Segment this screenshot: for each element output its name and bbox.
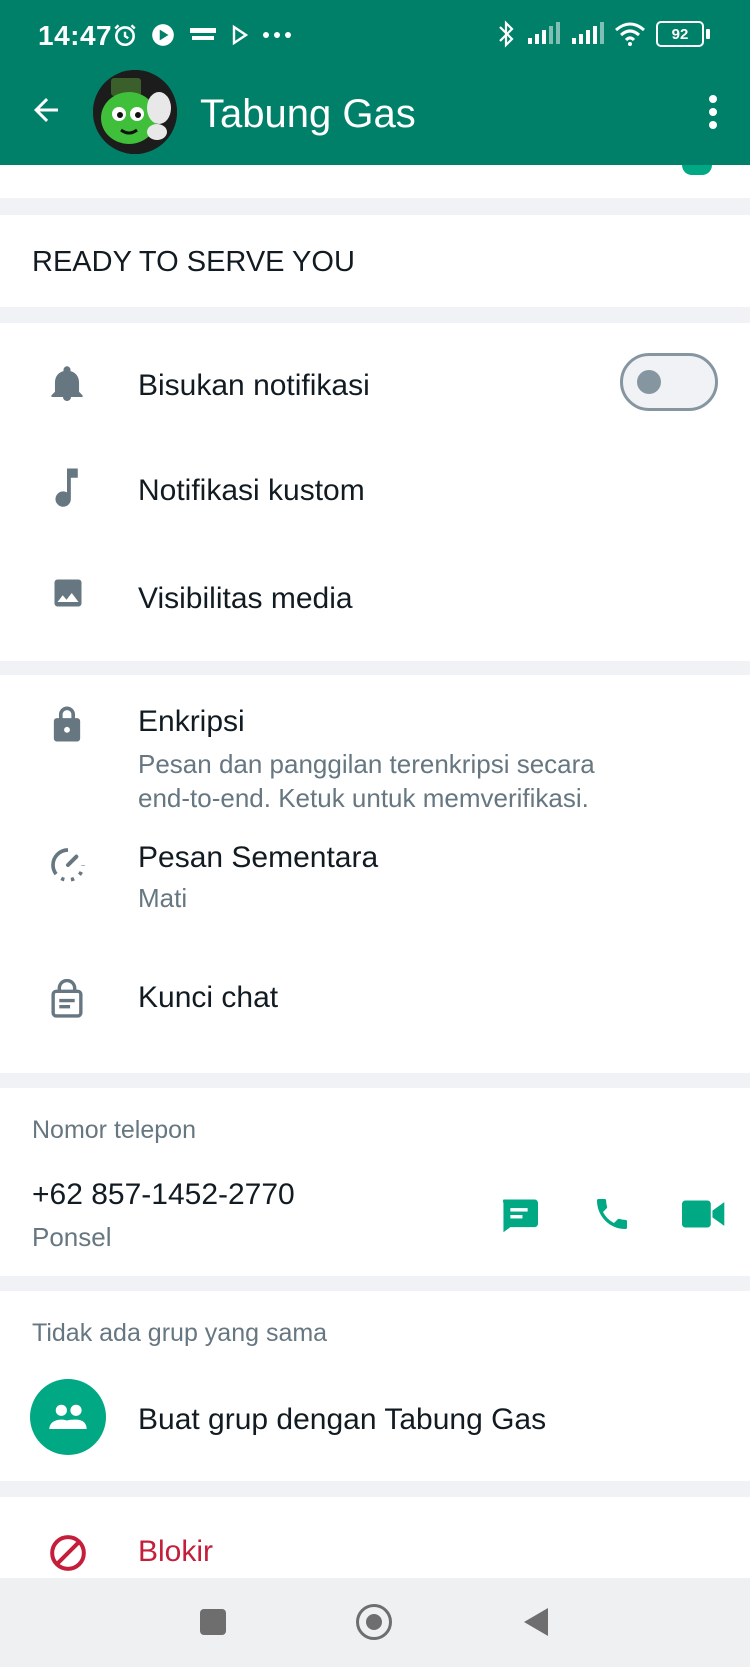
block-icon: [50, 1535, 86, 1571]
bell-icon: [51, 366, 83, 401]
profile-card-remnant: [0, 165, 750, 198]
bluetooth-icon: [499, 20, 514, 48]
image-icon: [54, 579, 82, 607]
signal-icon: [528, 22, 560, 44]
media-visibility-row[interactable]: Visibilitas media: [0, 545, 750, 655]
remnant-icon: [682, 165, 712, 175]
phone-number[interactable]: +62 857-1452-2770: [32, 1178, 295, 1212]
royal-match-text-icon: [190, 28, 216, 40]
disappearing-messages-value: Mati: [138, 883, 188, 913]
media-visibility-label: Visibilitas media: [138, 582, 353, 615]
create-group-row[interactable]: Buat grup dengan Tabung Gas: [0, 1361, 750, 1476]
phone-card: Nomor telepon +62 857-1452-2770 Ponsel: [0, 1088, 750, 1276]
phone-call-icon[interactable]: [592, 1194, 632, 1234]
wifi-icon: [615, 22, 645, 46]
encryption-description-line1: Pesan dan panggilan terenkripsi secara: [138, 749, 595, 779]
mute-label: Bisukan notifikasi: [138, 369, 370, 402]
phone-type: Ponsel: [32, 1222, 112, 1252]
more-dots-icon: [263, 32, 291, 38]
custom-notification-label: Notifikasi kustom: [138, 474, 365, 507]
kebab-menu-icon[interactable]: [706, 94, 720, 130]
encryption-row[interactable]: Enkripsi Pesan dan panggilan terenkripsi…: [0, 675, 750, 825]
mute-toggle[interactable]: [620, 353, 718, 411]
play-icon: [232, 24, 249, 46]
alarm-icon: [114, 24, 136, 47]
video-call-icon[interactable]: [682, 1198, 726, 1230]
groups-section-title: Tidak ada grup yang sama: [32, 1319, 328, 1347]
chat-lock-label: Kunci chat: [138, 981, 279, 1014]
about-text: READY TO SERVE YOU: [32, 246, 355, 278]
encryption-description-line2: end-to-end. Ketuk untuk memverifikasi.: [138, 783, 589, 813]
arrow-left-icon[interactable]: [28, 92, 64, 128]
system-nav-bar: [0, 1578, 750, 1667]
notification-settings-card: Bisukan notifikasi Notifikasi kustom Vis…: [0, 323, 750, 661]
battery-level: 92: [656, 21, 704, 47]
back-button[interactable]: [522, 1606, 550, 1638]
app-bar: 14:47 92 Tabung Gas: [0, 0, 750, 165]
home-button[interactable]: [356, 1604, 392, 1640]
contact-name[interactable]: Tabung Gas: [200, 92, 416, 137]
timer-icon: [51, 848, 85, 882]
custom-notification-row[interactable]: Notifikasi kustom: [0, 435, 750, 545]
message-icon[interactable]: [498, 1196, 540, 1234]
status-time: 14:47: [38, 20, 113, 51]
block-card[interactable]: Blokir: [0, 1497, 750, 1578]
encryption-label: Enkripsi: [138, 705, 245, 738]
status-icons-left: [112, 22, 292, 48]
status-icons-right: 92: [496, 20, 710, 48]
phone-section-title: Nomor telepon: [32, 1116, 196, 1144]
avatar-image: [93, 70, 177, 154]
chat-lock-icon: [51, 979, 83, 1018]
group-icon: [49, 1404, 87, 1429]
music-note-icon: [55, 468, 78, 507]
privacy-card: Enkripsi Pesan dan panggilan terenkripsi…: [0, 675, 750, 1073]
lock-icon: [53, 706, 81, 742]
chat-lock-row[interactable]: Kunci chat: [0, 955, 750, 1065]
battery-icon: 92: [656, 21, 710, 47]
royal-match-icon: [152, 24, 174, 46]
toggle-knob: [637, 370, 661, 394]
group-avatar: [30, 1379, 106, 1455]
groups-card: Tidak ada grup yang sama Buat grup denga…: [0, 1291, 750, 1481]
signal-icon: [572, 22, 604, 44]
block-label: Blokir: [138, 1535, 214, 1568]
about-card[interactable]: READY TO SERVE YOU: [0, 215, 750, 307]
create-group-label: Buat grup dengan Tabung Gas: [138, 1403, 547, 1436]
avatar[interactable]: [93, 70, 177, 154]
recents-button[interactable]: [200, 1609, 226, 1635]
disappearing-messages-row[interactable]: Pesan Sementara Mati: [0, 825, 750, 955]
disappearing-messages-label: Pesan Sementara: [138, 841, 379, 874]
